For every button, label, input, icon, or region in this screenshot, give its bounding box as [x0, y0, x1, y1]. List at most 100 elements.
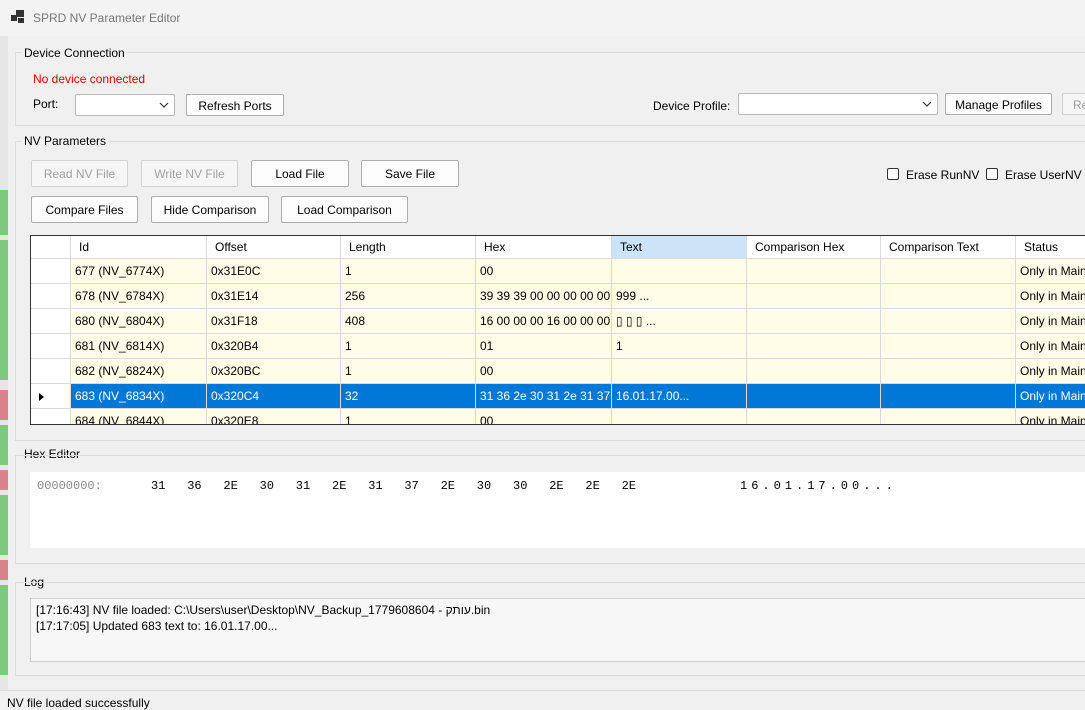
cell-status[interactable]: Only in Main — [1016, 259, 1085, 284]
cell-length[interactable]: 1 — [341, 334, 476, 359]
hex-byte[interactable]: 30 — [513, 479, 527, 493]
row-header[interactable] — [31, 409, 71, 424]
row-header[interactable] — [31, 359, 71, 384]
cell-length[interactable]: 1 — [341, 359, 476, 384]
cell-text[interactable] — [612, 359, 747, 384]
table-row[interactable]: 677 (NV_6774X) 0x31E0C 1 00 Only in Main — [31, 259, 1085, 284]
column-header-comparison-hex[interactable]: Comparison Hex — [747, 236, 881, 259]
cell-offset[interactable]: 0x31E14 — [207, 284, 341, 309]
cell-hex[interactable]: 31 36 2e 30 31 2e 31 37... — [476, 384, 612, 409]
load-file-button[interactable]: Load File — [251, 160, 349, 187]
cell-hex[interactable]: 00 — [476, 259, 612, 284]
cell-id[interactable]: 684 (NV_6844X) — [71, 409, 207, 424]
column-header-length[interactable]: Length — [341, 236, 476, 259]
cell-comparison-text[interactable] — [881, 334, 1016, 359]
write-nv-button[interactable]: Write NV File — [141, 160, 238, 187]
cell-text[interactable] — [612, 409, 747, 424]
cut-off-button[interactable]: Re — [1062, 93, 1085, 115]
nv-data-grid[interactable]: Id Offset Length Hex Text Comparison Hex… — [30, 235, 1085, 425]
read-nv-button[interactable]: Read NV File — [31, 160, 128, 187]
cell-comparison-text[interactable] — [881, 359, 1016, 384]
cell-length[interactable]: 1 — [341, 259, 476, 284]
hex-byte[interactable]: 36 — [187, 479, 201, 493]
cell-text[interactable]: 16.01.17.00... — [612, 384, 747, 409]
column-header-text[interactable]: Text — [612, 236, 747, 259]
hide-comparison-button[interactable]: Hide Comparison — [151, 196, 269, 223]
column-header-hex[interactable]: Hex — [476, 236, 612, 259]
hex-byte[interactable]: 2E — [585, 479, 599, 493]
cell-comparison-text[interactable] — [881, 309, 1016, 334]
column-header-comparison-text[interactable]: Comparison Text — [881, 236, 1016, 259]
cell-status[interactable]: Only in Main — [1016, 384, 1085, 409]
cell-offset[interactable]: 0x320C4 — [207, 384, 341, 409]
hex-editor-panel[interactable]: 00000000: 31 36 2E 30 31 2E 31 37 2E 30 30 2E 2E 2E 1… — [30, 472, 1085, 548]
cell-length[interactable]: 408 — [341, 309, 476, 334]
cell-comparison-hex[interactable] — [747, 309, 881, 334]
table-row[interactable]: 684 (NV_6844X) 0x320E8 1 00 Only in Main — [31, 409, 1085, 424]
cell-length[interactable]: 32 — [341, 384, 476, 409]
title-bar[interactable]: SPRD NV Parameter Editor — [0, 0, 1085, 36]
hex-byte[interactable]: 2E — [332, 479, 346, 493]
cell-length[interactable]: 256 — [341, 284, 476, 309]
cell-offset[interactable]: 0x31E0C — [207, 259, 341, 284]
table-row[interactable]: 678 (NV_6784X) 0x31E14 256 39 39 39 00 00 0… — [31, 284, 1085, 309]
cell-id[interactable]: 683 (NV_6834X) — [71, 384, 207, 409]
cell-offset[interactable]: 0x31F18 — [207, 309, 341, 334]
cell-status[interactable]: Only in Main — [1016, 359, 1085, 384]
cell-comparison-hex[interactable] — [747, 284, 881, 309]
refresh-ports-button[interactable]: Refresh Ports — [186, 94, 284, 116]
cell-hex[interactable]: 16 00 00 00 16 00 00 00... — [476, 309, 612, 334]
cell-text[interactable]: 999 ... — [612, 284, 747, 309]
column-header-id[interactable]: Id — [71, 236, 207, 259]
cell-id[interactable]: 677 (NV_6774X) — [71, 259, 207, 284]
cell-hex[interactable]: 01 — [476, 334, 612, 359]
cell-comparison-hex[interactable] — [747, 384, 881, 409]
log-textbox[interactable]: [17:16:43] NV file loaded: C:\Users\user… — [30, 598, 1085, 662]
hex-byte[interactable]: 31 — [368, 479, 382, 493]
compare-files-button[interactable]: Compare Files — [31, 196, 138, 223]
table-row[interactable]: 682 (NV_6824X) 0x320BC 1 00 Only in Main — [31, 359, 1085, 384]
table-row[interactable]: 683 (NV_6834X) 0x320C4 32 31 36 2e 30 31 2e… — [31, 384, 1085, 409]
hex-byte[interactable]: 30 — [260, 479, 274, 493]
table-row[interactable]: 681 (NV_6814X) 0x320B4 1 01 1 Only in Main — [31, 334, 1085, 359]
row-header[interactable] — [31, 284, 71, 309]
hex-byte[interactable]: 37 — [404, 479, 418, 493]
column-header-status[interactable]: Status — [1016, 236, 1085, 259]
erase-runnv-checkbox[interactable] — [887, 168, 899, 180]
row-header[interactable] — [31, 309, 71, 334]
save-file-button[interactable]: Save File — [361, 160, 459, 187]
cell-status[interactable]: Only in Main — [1016, 284, 1085, 309]
cell-comparison-hex[interactable] — [747, 334, 881, 359]
row-header[interactable] — [31, 259, 71, 284]
cell-comparison-hex[interactable] — [747, 409, 881, 424]
cell-comparison-hex[interactable] — [747, 259, 881, 284]
hex-byte[interactable]: 2E — [622, 479, 636, 493]
cell-comparison-text[interactable] — [881, 284, 1016, 309]
cell-hex[interactable]: 00 — [476, 359, 612, 384]
hex-byte[interactable]: 2E — [223, 479, 237, 493]
hex-byte[interactable]: 31 — [151, 479, 165, 493]
cell-status[interactable]: Only in Main — [1016, 334, 1085, 359]
hex-byte[interactable]: 2E — [549, 479, 563, 493]
cell-comparison-text[interactable] — [881, 259, 1016, 284]
table-row[interactable]: 680 (NV_6804X) 0x31F18 408 16 00 00 00 16 0… — [31, 309, 1085, 334]
cell-text[interactable]: 1 — [612, 334, 747, 359]
cell-id[interactable]: 680 (NV_6804X) — [71, 309, 207, 334]
cell-status[interactable]: Only in Main — [1016, 409, 1085, 424]
hex-byte[interactable]: 30 — [477, 479, 491, 493]
port-combobox[interactable] — [75, 94, 175, 116]
cell-offset[interactable]: 0x320E8 — [207, 409, 341, 424]
cell-comparison-text[interactable] — [881, 384, 1016, 409]
hex-byte[interactable]: 31 — [296, 479, 310, 493]
cell-text[interactable]: ▯ ▯ ▯ ... — [612, 309, 747, 334]
manage-profiles-button[interactable]: Manage Profiles — [945, 93, 1052, 115]
load-comparison-button[interactable]: Load Comparison — [281, 196, 408, 223]
cell-id[interactable]: 682 (NV_6824X) — [71, 359, 207, 384]
row-header[interactable] — [31, 334, 71, 359]
device-profile-combobox[interactable] — [738, 93, 938, 115]
cell-offset[interactable]: 0x320B4 — [207, 334, 341, 359]
cell-text[interactable] — [612, 259, 747, 284]
cell-hex[interactable]: 39 39 39 00 00 00 00 00... — [476, 284, 612, 309]
erase-usernv-checkbox[interactable] — [986, 168, 998, 180]
cell-id[interactable]: 678 (NV_6784X) — [71, 284, 207, 309]
